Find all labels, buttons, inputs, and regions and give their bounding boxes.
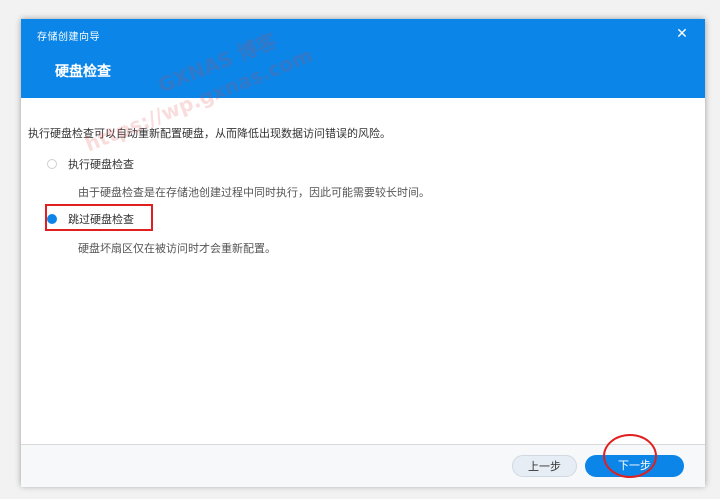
option-label: 执行硬盘检查 (68, 158, 134, 171)
dialog-header: 存储创建向导 ✕ 硬盘检查 (21, 19, 705, 98)
option-run-disk-check[interactable]: 执行硬盘检查 (47, 155, 134, 173)
annotation-highlight-box (45, 204, 153, 231)
radio-unchecked-icon[interactable] (47, 159, 57, 169)
next-button[interactable]: 下一步 (585, 455, 684, 477)
option-description: 硬盘坏扇区仅在被访问时才会重新配置。 (78, 242, 276, 255)
step-description: 执行硬盘检查可以自动重新配置硬盘，从而降低出现数据访问错误的风险。 (28, 127, 391, 140)
page-title: 硬盘检查 (55, 64, 111, 80)
wizard-title: 存储创建向导 (37, 32, 100, 43)
dialog-footer: 上一步 下一步 (21, 444, 705, 487)
previous-button[interactable]: 上一步 (512, 455, 577, 477)
option-description: 由于硬盘检查是在存储池创建过程中同时执行，因此可能需要较长时间。 (78, 186, 430, 199)
close-icon[interactable]: ✕ (673, 25, 691, 43)
storage-wizard-dialog: 存储创建向导 ✕ 硬盘检查 执行硬盘检查可以自动重新配置硬盘，从而降低出现数据访… (21, 19, 705, 487)
